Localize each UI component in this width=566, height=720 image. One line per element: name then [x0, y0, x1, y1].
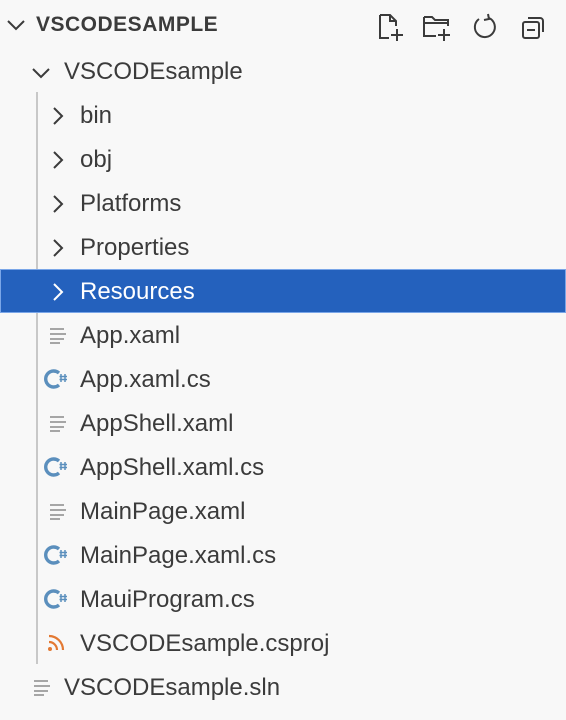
tree-file-app-xaml[interactable]: App.xaml: [0, 313, 566, 357]
new-folder-icon[interactable]: [420, 10, 454, 44]
tree-file-mainpage-xaml[interactable]: MainPage.xaml: [0, 489, 566, 533]
chevron-right-icon: [51, 282, 65, 307]
folder-label: obj: [80, 146, 113, 173]
file-label: App.xaml: [80, 322, 181, 349]
chevron-right-icon: [51, 238, 65, 263]
text-file-icon: [48, 325, 68, 350]
tree-folder-vscodesample[interactable]: VSCODEsample: [0, 49, 566, 93]
csharp-file-icon: [44, 588, 70, 615]
chevron-right-icon: [51, 106, 65, 131]
csharp-file-icon: [44, 368, 70, 395]
text-file-icon: [48, 413, 68, 438]
chevron-down-icon: [31, 66, 51, 85]
folder-label: Properties: [80, 234, 190, 261]
explorer-section-header[interactable]: VSCODESAMPLE: [0, 0, 566, 52]
text-file-icon: [48, 501, 68, 526]
collapse-all-icon[interactable]: [516, 10, 550, 44]
chevron-down-icon[interactable]: [6, 18, 26, 37]
folder-label: Resources: [80, 278, 195, 305]
section-title: VSCODESAMPLE: [36, 13, 219, 36]
csharp-file-icon: [44, 456, 70, 483]
csharp-file-icon: [44, 544, 70, 571]
file-label: VSCODEsample.sln: [64, 674, 281, 701]
file-label: VSCODEsample.csproj: [80, 630, 330, 657]
file-label: MainPage.xaml.cs: [80, 542, 277, 569]
chevron-right-icon: [51, 150, 65, 175]
text-file-icon: [32, 677, 52, 702]
tree-file-sln[interactable]: VSCODEsample.sln: [0, 665, 566, 709]
tree-file-app-xaml-cs[interactable]: App.xaml.cs: [0, 357, 566, 401]
tree-folder-properties[interactable]: Properties: [0, 225, 566, 269]
folder-label: bin: [80, 102, 113, 129]
file-label: MainPage.xaml: [80, 498, 246, 525]
folder-label: VSCODEsample: [64, 58, 243, 85]
tree-folder-resources[interactable]: Resources: [0, 269, 566, 313]
refresh-icon[interactable]: [468, 10, 502, 44]
new-file-icon[interactable]: [373, 10, 407, 44]
file-label: MauiProgram.cs: [80, 586, 255, 613]
file-label: AppShell.xaml.cs: [80, 454, 265, 481]
tree-file-mainpage-xaml-cs[interactable]: MainPage.xaml.cs: [0, 533, 566, 577]
chevron-right-icon: [51, 194, 65, 219]
tree-file-appshell-xaml-cs[interactable]: AppShell.xaml.cs: [0, 445, 566, 489]
rss-icon: [47, 634, 65, 657]
tree-file-appshell-xaml[interactable]: AppShell.xaml: [0, 401, 566, 445]
folder-label: Platforms: [80, 190, 182, 217]
tree-folder-platforms[interactable]: Platforms: [0, 181, 566, 225]
tree-file-mauiprogram-cs[interactable]: MauiProgram.cs: [0, 577, 566, 621]
file-label: App.xaml.cs: [80, 366, 211, 393]
tree-file-csproj[interactable]: VSCODEsample.csproj: [0, 621, 566, 665]
file-label: AppShell.xaml: [80, 410, 234, 437]
tree-folder-obj[interactable]: obj: [0, 137, 566, 181]
tree-folder-bin[interactable]: bin: [0, 93, 566, 137]
